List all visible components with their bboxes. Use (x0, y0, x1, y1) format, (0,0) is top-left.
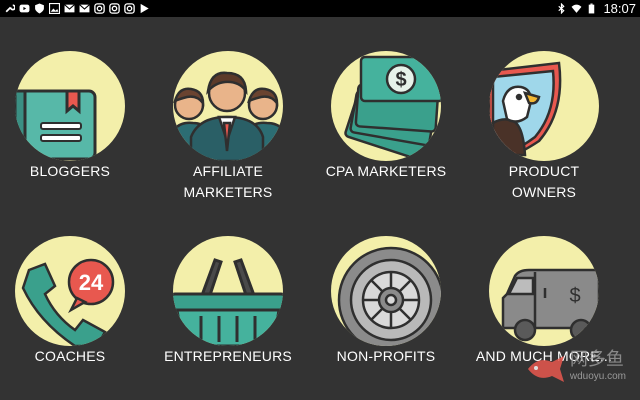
entrepreneurs-badge (173, 236, 283, 346)
affiliate-badge (173, 51, 283, 161)
coaches-count-badge: 24 (79, 270, 104, 295)
phone-icon: 24 (21, 258, 115, 346)
watermark: 网多鱼 wduoyu.com (526, 345, 626, 382)
money-icon: $ (344, 55, 441, 161)
fish-logo-icon (527, 356, 564, 382)
tile-product-owners[interactable]: PRODUCT OWNERS (474, 17, 634, 207)
svg-text:$: $ (395, 69, 406, 91)
image-icon (49, 3, 60, 14)
status-bar: 18:07 (0, 0, 640, 17)
watermark-url: wduoyu.com (569, 371, 626, 382)
tile-cpa-marketers[interactable]: $ CPA MARKETERS (316, 17, 476, 207)
tile-entrepreneurs[interactable]: ENTREPRENEURS (158, 202, 318, 392)
wifi-icon (571, 3, 582, 14)
youtube-icon (19, 3, 30, 14)
notification-icons (0, 3, 154, 14)
tile-label: BLOGGERS (29, 163, 111, 179)
mail-icon (79, 3, 90, 14)
battery-icon (586, 3, 597, 14)
more-badge: $ (489, 236, 599, 346)
eagle-shield-icon (489, 61, 562, 161)
play-store-icon (139, 3, 150, 14)
book-icon (15, 89, 97, 161)
tile-label: COACHES (34, 348, 106, 364)
category-grid: BLOGGERS AFFILIATE MARKETERS $ CPA MARKE… (0, 17, 640, 400)
watermark-brand: 网多鱼 (569, 349, 624, 370)
mail-icon (64, 3, 75, 14)
non-profits-badge (331, 236, 441, 346)
bluetooth-icon (556, 3, 567, 14)
instagram-icon (109, 3, 120, 14)
armored-truck-icon: $ (501, 268, 599, 342)
instagram-icon (124, 3, 135, 14)
bloggers-badge (15, 51, 125, 161)
tile-label: PRODUCT OWNERS (508, 163, 580, 200)
svg-text:$: $ (569, 285, 580, 307)
tile-non-profits[interactable]: NON-PROFITS (316, 202, 476, 392)
instagram-icon (94, 3, 105, 14)
tile-coaches[interactable]: 24 COACHES (0, 202, 160, 392)
clock: 18:07 (603, 1, 636, 16)
coaches-badge: 24 (15, 236, 125, 346)
people-icon (173, 71, 283, 161)
tile-label: ENTREPRENEURS (164, 348, 292, 364)
product-owners-badge (489, 51, 599, 161)
system-icons: 18:07 (552, 1, 640, 16)
tile-label: NON-PROFITS (336, 348, 436, 364)
cpa-badge: $ (331, 51, 441, 161)
tile-affiliate-marketers[interactable]: AFFILIATE MARKETERS (158, 17, 318, 207)
vault-icon (337, 246, 441, 346)
basket-icon (173, 258, 283, 346)
tile-label: CPA MARKETERS (325, 163, 447, 179)
wrench-icon (4, 3, 15, 14)
tile-label: AFFILIATE MARKETERS (183, 163, 273, 200)
shield-icon (34, 3, 45, 14)
tile-bloggers[interactable]: BLOGGERS (0, 17, 160, 207)
